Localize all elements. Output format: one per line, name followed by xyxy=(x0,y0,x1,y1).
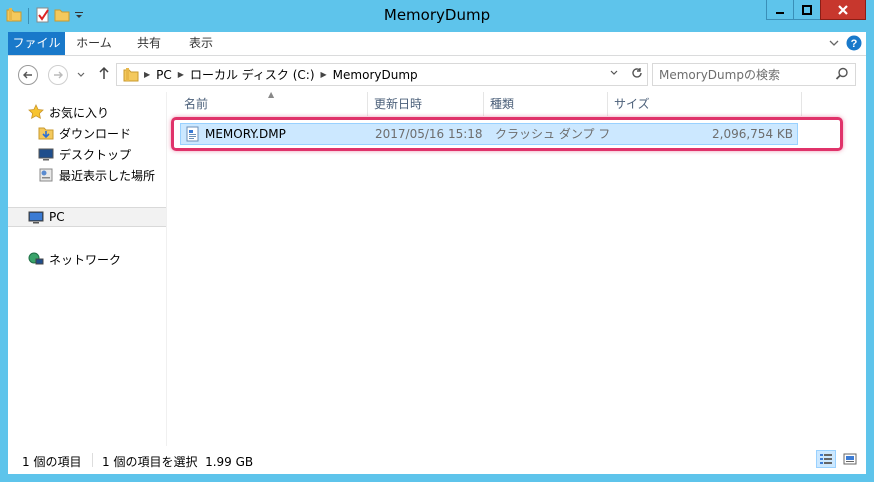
status-divider xyxy=(92,453,93,467)
star-icon xyxy=(28,104,44,120)
view-switcher xyxy=(816,450,860,468)
help-button[interactable]: ? xyxy=(846,35,862,54)
recent-locations-button[interactable] xyxy=(76,69,86,83)
tab-home[interactable]: ホーム xyxy=(68,32,120,55)
sidebar-item-favorites[interactable]: お気に入り xyxy=(28,102,109,122)
svg-text:?: ? xyxy=(851,38,858,50)
column-header-modified[interactable]: 更新日時 xyxy=(368,92,484,116)
customize-qat-icon[interactable] xyxy=(73,9,85,24)
ribbon-controls: ? xyxy=(828,35,862,54)
close-button[interactable] xyxy=(820,0,866,20)
pane-divider[interactable] xyxy=(166,92,167,446)
search-input[interactable]: MemoryDumpの検索 xyxy=(652,63,856,86)
sidebar-item-label: ネットワーク xyxy=(49,252,122,267)
maximize-button[interactable] xyxy=(793,0,821,20)
navigation-pane: お気に入り ダウンロード デスクトップ 最近表示した場所 PC ネットワーク xyxy=(8,92,166,446)
desktop-icon xyxy=(38,146,54,162)
recent-places-icon xyxy=(38,167,54,183)
sidebar-item-label: 最近表示した場所 xyxy=(59,168,156,183)
dump-file-icon xyxy=(185,126,201,142)
tab-share[interactable]: 共有 xyxy=(126,32,172,55)
folder-icon[interactable] xyxy=(6,7,22,26)
sidebar-item-label: ダウンロード xyxy=(59,126,132,141)
sidebar-item-pc[interactable]: PC xyxy=(8,207,166,227)
file-list: ▲ 名前 更新日時 種類 サイズ MEMORY.DMP 2017/05/16 1… xyxy=(168,90,866,446)
address-controls xyxy=(609,67,643,82)
column-header-row: ▲ 名前 更新日時 種類 サイズ xyxy=(168,90,804,116)
forward-arrow-icon xyxy=(54,71,63,79)
large-icons-view-button[interactable] xyxy=(840,450,860,468)
back-button[interactable] xyxy=(18,65,38,85)
sidebar-item-label: デスクトップ xyxy=(59,147,132,162)
qat-divider xyxy=(28,8,29,24)
chevron-down-icon xyxy=(829,40,839,46)
window-controls xyxy=(766,0,866,20)
file-modified: 2017/05/16 15:18 xyxy=(375,127,483,141)
breadcrumb-memorydump[interactable]: MemoryDump xyxy=(330,68,421,82)
properties-icon[interactable] xyxy=(35,7,51,26)
file-name: MEMORY.DMP xyxy=(205,127,286,141)
status-selection: 1 個の項目を選択 1.99 GB xyxy=(102,455,254,469)
column-header-size[interactable]: サイズ xyxy=(608,92,802,116)
ribbon: ファイル ホーム 共有 表示 ? xyxy=(8,32,866,56)
file-size: 2,096,754 KB xyxy=(712,127,793,141)
navigation-bar: ▶ PC ▶ ローカル ディスク (C:) ▶ MemoryDump Memor… xyxy=(8,56,866,92)
column-header-type[interactable]: 種類 xyxy=(484,92,608,116)
column-header-name[interactable]: 名前 xyxy=(178,92,368,116)
breadcrumb-separator[interactable]: ▶ xyxy=(175,70,187,79)
network-icon xyxy=(28,251,44,267)
chevron-down-icon xyxy=(610,70,618,75)
status-bar: 1 個の項目 1 個の項目を選択 1.99 GB xyxy=(8,446,866,474)
breadcrumb-local-disk[interactable]: ローカル ディスク (C:) xyxy=(187,66,318,83)
expand-ribbon-button[interactable] xyxy=(828,37,840,52)
large-icons-view-icon xyxy=(843,453,857,465)
new-folder-icon[interactable] xyxy=(54,7,70,26)
details-view-button[interactable] xyxy=(816,450,836,468)
breadcrumb-pc[interactable]: PC xyxy=(153,68,175,82)
content-area: お気に入り ダウンロード デスクトップ 最近表示した場所 PC ネットワーク ▲… xyxy=(8,90,866,446)
file-type: クラッシュ ダンプ ファ... xyxy=(495,127,611,141)
minimize-button[interactable] xyxy=(766,0,794,20)
help-icon: ? xyxy=(846,35,862,51)
sidebar-item-desktop[interactable]: デスクトップ xyxy=(38,144,131,164)
back-arrow-icon xyxy=(23,71,32,79)
search-placeholder: MemoryDumpの検索 xyxy=(659,68,780,82)
explorer-window: MemoryDump ファイル ホーム 共有 表示 ? ▶ PC ▶ ローカル … xyxy=(0,0,874,482)
quick-access-toolbar xyxy=(6,6,85,26)
breadcrumb-separator[interactable]: ▶ xyxy=(318,70,330,79)
forward-button[interactable] xyxy=(48,65,68,85)
window-title: MemoryDump xyxy=(383,6,491,24)
refresh-button[interactable] xyxy=(631,67,643,82)
status-item-count: 1 個の項目 xyxy=(22,455,82,469)
table-row[interactable]: MEMORY.DMP 2017/05/16 15:18 クラッシュ ダンプ ファ… xyxy=(180,123,798,145)
address-bar[interactable]: ▶ PC ▶ ローカル ディスク (C:) ▶ MemoryDump xyxy=(116,63,648,86)
search-icon[interactable] xyxy=(835,67,849,84)
file-name-cell: MEMORY.DMP xyxy=(185,124,369,144)
title-bar: MemoryDump xyxy=(0,0,874,32)
address-history-button[interactable] xyxy=(609,68,619,81)
chevron-down-icon xyxy=(77,72,85,77)
computer-icon xyxy=(28,209,44,225)
minimize-icon xyxy=(776,11,784,14)
sidebar-item-downloads[interactable]: ダウンロード xyxy=(38,123,131,143)
downloads-folder-icon xyxy=(38,125,54,141)
folder-icon xyxy=(117,67,141,83)
maximize-icon xyxy=(802,4,812,15)
sidebar-item-network[interactable]: ネットワーク xyxy=(28,249,121,269)
up-button[interactable] xyxy=(98,66,110,84)
tab-file[interactable]: ファイル xyxy=(8,32,65,55)
sidebar-item-label: PC xyxy=(49,210,65,224)
up-arrow-icon xyxy=(99,66,109,79)
breadcrumb-separator[interactable]: ▶ xyxy=(141,70,153,79)
refresh-icon xyxy=(632,68,642,78)
details-view-icon xyxy=(820,454,832,464)
close-icon xyxy=(838,4,848,15)
sidebar-item-recent-places[interactable]: 最近表示した場所 xyxy=(38,165,155,185)
sidebar-item-label: お気に入り xyxy=(49,105,110,120)
tab-view[interactable]: 表示 xyxy=(178,32,224,55)
